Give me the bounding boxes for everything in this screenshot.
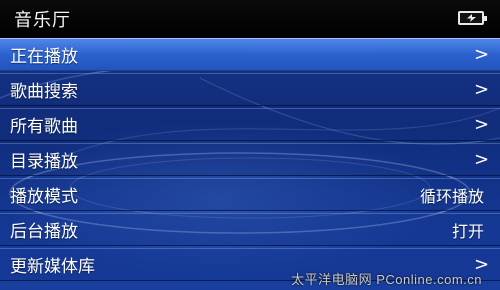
menu-item-label: 目录播放 [10,152,78,172]
menu-item-label: 后台播放 [10,222,78,242]
menu-item-label: 正在播放 [10,47,78,67]
chevron-right-icon: > [474,79,490,100]
device-screen: 音乐厅 正在播放 > 歌曲搜索 > 所有歌曲 > 目录播放 > 播放模式 循环播放 后台播放 打开 更新… [0,0,500,290]
chevron-right-icon: > [474,44,490,65]
menu-list: 正在播放 > 歌曲搜索 > 所有歌曲 > 目录播放 > 播放模式 循环播放 后台播放 打开 更新媒体库 > [0,38,500,283]
watermark: 太平洋电脑网 PConline.com.cn [291,272,482,287]
menu-item[interactable]: 播放模式 循环播放 [0,178,500,211]
menu-item-label: 播放模式 [10,187,78,207]
chevron-right-icon: > [474,149,490,170]
battery-icon [458,11,487,25]
menu-item[interactable]: 所有歌曲 > [0,108,500,141]
menu-item-value: 循环播放 [419,186,484,206]
menu-item[interactable]: 歌曲搜索 > [0,73,500,106]
menu-item[interactable]: 后台播放 打开 [0,213,500,246]
menu-item[interactable]: 正在播放 > [0,38,500,71]
menu-item[interactable]: 目录播放 > [0,143,500,176]
menu-item-label: 所有歌曲 [10,117,78,137]
menu-item-label: 歌曲搜索 [10,82,78,102]
menu-area: 正在播放 > 歌曲搜索 > 所有歌曲 > 目录播放 > 播放模式 循环播放 后台播放 打开 更新媒体库 >… [0,38,500,290]
menu-item-value: 打开 [451,221,484,241]
chevron-right-icon: > [474,114,490,135]
title-bar: 音乐厅 [0,0,500,38]
page-title: 音乐厅 [14,10,71,31]
